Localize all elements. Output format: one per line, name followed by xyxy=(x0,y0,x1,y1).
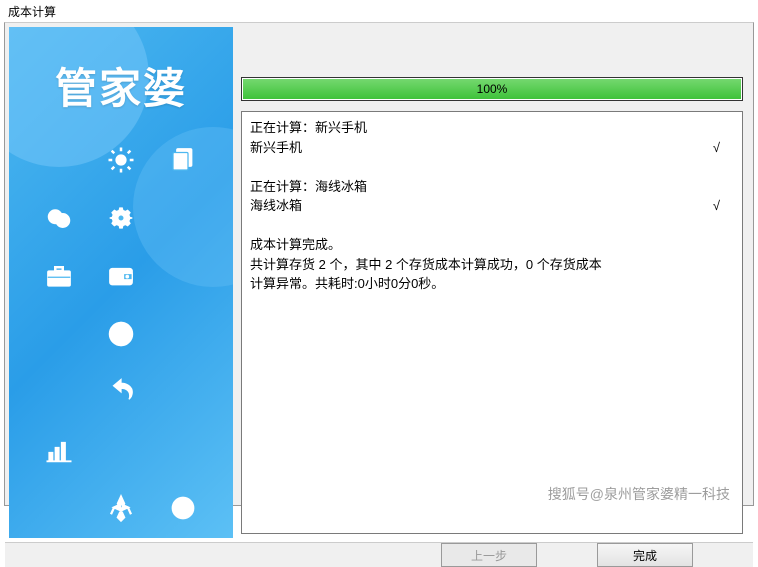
log-line: 海线冰箱 √ xyxy=(250,196,734,216)
log-line: 共计算存货 2 个，其中 2 个存货成本计算成功，0 个存货成本 xyxy=(250,255,734,275)
blank-icon xyxy=(163,314,203,354)
content-area: 100% 正在计算：新兴手机新兴手机 √ 正在计算：海线冰箱海线冰箱 √ 成本计算完… xyxy=(241,27,749,538)
log-output: 正在计算：新兴手机新兴手机 √ 正在计算：海线冰箱海线冰箱 √ 成本计算完成。共计算… xyxy=(241,111,743,534)
main-area: 管家婆 100% 正在计算：新兴手机新兴手机 √ 正在计算：海线冰箱海线冰箱 √ 成… xyxy=(5,23,753,542)
finish-button[interactable]: 完成 xyxy=(597,543,693,567)
blank-icon xyxy=(39,488,79,528)
brand-logo: 管家婆 xyxy=(9,27,233,134)
button-bar: 上一步 完成 xyxy=(5,542,753,567)
blank-icon xyxy=(163,256,203,296)
star-icon xyxy=(101,488,141,528)
blank-icon xyxy=(163,372,203,412)
sidebar: 管家婆 xyxy=(9,27,233,538)
globe-icon xyxy=(101,314,141,354)
briefcase-icon xyxy=(39,256,79,296)
rings-icon xyxy=(39,198,79,238)
wallet-icon xyxy=(101,256,141,296)
blank-icon xyxy=(163,430,203,470)
log-line xyxy=(250,216,734,236)
sun-icon xyxy=(101,140,141,180)
blank-icon xyxy=(39,372,79,412)
undo-icon xyxy=(101,372,141,412)
progress-label: 100% xyxy=(477,82,508,96)
log-text: 正在计算：海线冰箱 xyxy=(250,177,367,197)
log-text: 计算异常。共耗时:0小时0分0秒。 xyxy=(250,274,444,294)
log-line: 正在计算：海线冰箱 xyxy=(250,177,734,197)
log-text: 共计算存货 2 个，其中 2 个存货成本计算成功，0 个存货成本 xyxy=(250,255,602,275)
window-titlebar: 成本计算 xyxy=(0,0,758,22)
files-icon xyxy=(163,140,203,180)
log-line xyxy=(250,157,734,177)
gear-icon xyxy=(101,198,141,238)
log-text: 海线冰箱 xyxy=(250,196,302,216)
pie-icon xyxy=(163,488,203,528)
bars-icon xyxy=(39,430,79,470)
blank-icon xyxy=(39,140,79,180)
blank-icon xyxy=(39,314,79,354)
log-line: 成本计算完成。 xyxy=(250,235,734,255)
progress-bar: 100% xyxy=(241,77,743,101)
log-text: 成本计算完成。 xyxy=(250,235,341,255)
log-line: 计算异常。共耗时:0小时0分0秒。 xyxy=(250,274,734,294)
window-title: 成本计算 xyxy=(8,5,56,19)
check-icon: √ xyxy=(713,196,734,216)
blank-icon xyxy=(163,198,203,238)
log-text xyxy=(250,216,254,236)
check-icon: √ xyxy=(713,138,734,158)
progress-fill: 100% xyxy=(243,79,741,99)
log-text: 正在计算：新兴手机 xyxy=(250,118,367,138)
log-text xyxy=(250,157,254,177)
prev-button: 上一步 xyxy=(441,543,537,567)
log-line: 新兴手机 √ xyxy=(250,138,734,158)
log-line: 正在计算：新兴手机 xyxy=(250,118,734,138)
blank-icon xyxy=(101,430,141,470)
sidebar-icon-grid xyxy=(9,134,233,538)
window-body: 管家婆 100% 正在计算：新兴手机新兴手机 √ 正在计算：海线冰箱海线冰箱 √ 成… xyxy=(4,22,754,506)
log-text: 新兴手机 xyxy=(250,138,302,158)
